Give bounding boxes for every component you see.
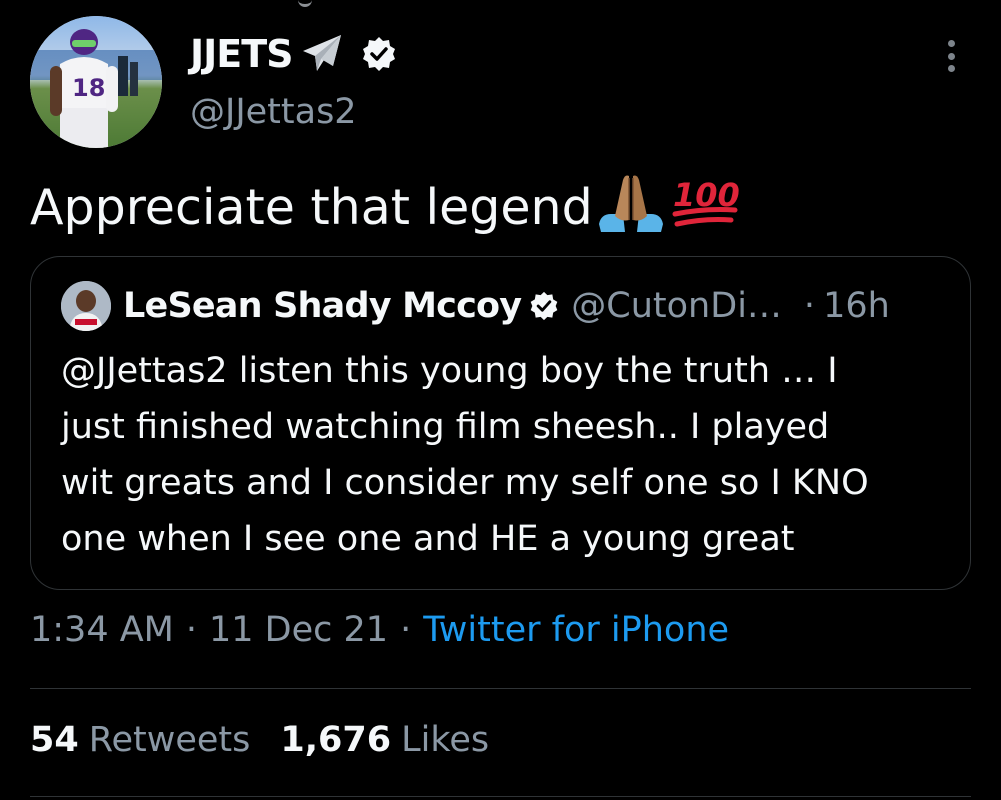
tweet-text-content: Appreciate that legend	[30, 179, 593, 236]
tweet-stats: 54 Retweets 1,676 Likes	[30, 720, 489, 760]
folded-hands-icon	[595, 170, 667, 236]
tweet-text: Appreciate that legend 100	[30, 170, 743, 236]
quoted-tweet-line: wit greats and I consider my self one so…	[61, 463, 869, 503]
divider	[30, 796, 971, 797]
avatar-photo: 18	[30, 16, 162, 148]
likes-stat[interactable]: 1,676 Likes	[280, 720, 489, 760]
tweet-meta: 1:34 AM · 11 Dec 21 · Twitter for iPhone	[30, 610, 729, 650]
verified-badge-icon	[529, 291, 559, 321]
tweet-time[interactable]: 1:34 AM	[30, 610, 174, 650]
retweets-label: Retweets	[88, 720, 251, 760]
previous-content-edge	[0, 0, 1001, 8]
quoted-author-name[interactable]: LeSean Shady Mccoy	[123, 286, 522, 326]
separator-dot: ·	[400, 610, 412, 650]
quoted-tweet-header: LeSean Shady Mccoy @CutonDi… · 16h	[61, 281, 890, 331]
hundred-points-icon: 100	[669, 170, 743, 236]
quoted-tweet-text: @JJettas2 listen this young boy the trut…	[61, 343, 951, 567]
likes-count: 1,676	[280, 720, 392, 760]
retweets-count: 54	[30, 720, 79, 760]
verified-badge-icon	[361, 36, 397, 72]
quoted-tweet-line: @JJettas2 listen this young boy the trut…	[61, 351, 838, 391]
divider	[30, 688, 971, 689]
likes-label: Likes	[401, 720, 490, 760]
quoted-tweet-line: one when I see one and HE a young great	[61, 519, 795, 559]
separator-dot: ·	[803, 286, 816, 326]
jersey-number: 18	[72, 74, 105, 102]
quoted-author-avatar[interactable]	[61, 281, 111, 331]
quoted-tweet-card[interactable]: LeSean Shady Mccoy @CutonDi… · 16h @JJet…	[30, 256, 971, 590]
tweet-date[interactable]: 11 Dec 21	[209, 610, 388, 650]
quoted-tweet-line: just finished watching film sheesh.. I p…	[61, 407, 830, 447]
cropped-text-fragment	[298, 0, 312, 7]
airplane-icon	[297, 31, 347, 77]
quoted-tweet-time[interactable]: 16h	[823, 286, 890, 326]
author-avatar[interactable]: 18	[30, 16, 162, 148]
retweets-stat[interactable]: 54 Retweets	[30, 720, 250, 760]
separator-dot: ·	[185, 610, 198, 650]
author-display-name[interactable]: JJETS	[190, 32, 294, 76]
quoted-author-handle[interactable]: @CutonDi…	[571, 286, 782, 326]
author-name-row[interactable]: JJETS	[190, 26, 397, 82]
more-options-icon[interactable]	[935, 36, 967, 76]
author-handle[interactable]: @JJettas2	[190, 92, 357, 132]
tweet-source-link[interactable]: Twitter for iPhone	[423, 610, 729, 650]
